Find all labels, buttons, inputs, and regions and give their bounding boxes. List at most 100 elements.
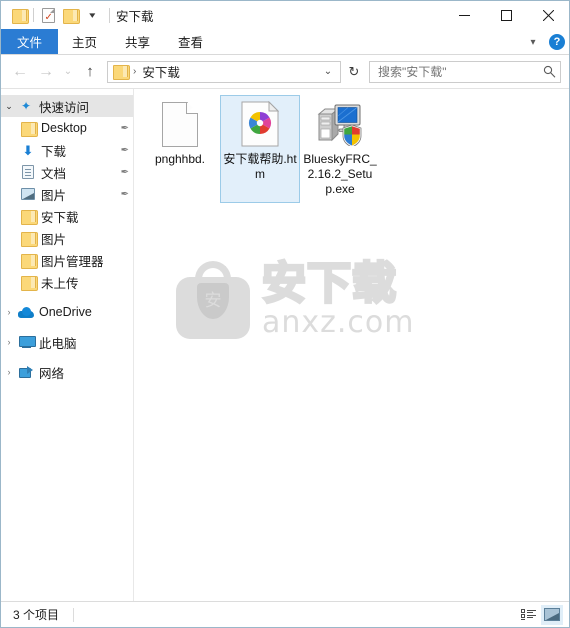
cloud-icon <box>17 306 35 318</box>
sidebar-item-label: 网络 <box>39 366 65 381</box>
sidebar-item-this-pc[interactable]: › 此电脑 <box>1 331 133 353</box>
breadcrumb-separator: › <box>133 66 137 77</box>
new-folder-icon[interactable] <box>59 4 81 26</box>
sidebar-item-label: 安下载 <box>41 210 79 225</box>
chevron-down-icon: ▾ <box>88 9 96 20</box>
tab-view[interactable]: 查看 <box>164 29 217 54</box>
tab-home[interactable]: 主页 <box>58 29 111 54</box>
folder-properties-icon[interactable] <box>8 4 30 26</box>
recent-locations-button[interactable]: ⌄ <box>59 59 77 85</box>
sidebar-item-label: 未上传 <box>41 276 79 291</box>
pin-icon[interactable]: ✒ <box>117 123 129 134</box>
window-controls <box>443 1 569 29</box>
forward-button[interactable]: → <box>33 59 59 85</box>
sidebar-item-anxiazai[interactable]: 安下载 <box>1 205 133 227</box>
refresh-button[interactable]: ↻ <box>343 61 365 83</box>
chevron-right-icon[interactable]: › <box>1 307 17 317</box>
breadcrumb-folder-icon <box>113 65 130 80</box>
sidebar-item-label: 图片管理器 <box>41 254 104 269</box>
document-icon <box>19 165 37 179</box>
sidebar-item-pictures[interactable]: 图片 ✒ <box>1 183 133 205</box>
up-button[interactable]: ↑ <box>77 59 103 85</box>
file-explorer-window: ✓ ▾ 安下载 文件 主页 共享 查看 ▾ ? ← → ⌄ ↑ › 安下载 ⌄ … <box>0 0 570 628</box>
customize-qat-dropdown[interactable]: ▾ <box>81 4 103 26</box>
watermark-brand: 安下载 <box>261 258 398 309</box>
maximize-button[interactable] <box>485 1 527 29</box>
back-button[interactable]: ← <box>7 59 33 85</box>
network-icon <box>17 366 35 378</box>
folder-icon <box>19 253 38 269</box>
search-input[interactable] <box>378 64 543 79</box>
file-items: pnghhbd. 安下载帮助.htm BlueskyFRC_2.16.2_Set… <box>134 89 569 207</box>
large-icons-view-button[interactable] <box>541 604 563 625</box>
sidebar-item-label: 图片 <box>41 232 67 247</box>
watermark-bag-logo: 安 <box>176 261 250 339</box>
maximize-icon <box>500 9 512 21</box>
tab-share[interactable]: 共享 <box>111 29 164 54</box>
folder-icon <box>19 209 38 225</box>
sidebar-item-label: OneDrive <box>39 305 92 319</box>
folder-icon <box>19 275 38 291</box>
download-arrow-icon: ⬇ <box>22 142 34 158</box>
view-mode-buttons <box>517 604 563 625</box>
sidebar-item-onedrive[interactable]: › OneDrive <box>1 301 133 323</box>
sidebar-item-label: 此电脑 <box>39 336 77 351</box>
ribbon-right-controls: ▾ ? <box>522 29 565 55</box>
file-item[interactable]: pnghhbd. <box>140 95 220 203</box>
search-box[interactable] <box>369 60 561 83</box>
details-view-button[interactable] <box>517 605 539 625</box>
site-watermark: 安 安下载 anxz.com <box>176 258 415 340</box>
title-bar: ✓ ▾ 安下载 <box>1 1 569 29</box>
ribbon-tabs: 文件 主页 共享 查看 ▾ ? <box>1 29 569 55</box>
sidebar-item-label: 下载 <box>41 144 67 159</box>
sidebar-item-label: 快速访问 <box>39 100 90 115</box>
file-list-pane[interactable]: pnghhbd. 安下载帮助.htm BlueskyFRC_2.16.2_Set… <box>134 89 569 601</box>
quick-access-toolbar: ✓ ▾ <box>8 4 103 26</box>
breadcrumb-dropdown-icon[interactable]: ⌄ <box>318 62 338 82</box>
breadcrumb[interactable]: › 安下载 ⌄ <box>107 60 341 83</box>
pin-icon[interactable]: ✒ <box>117 167 129 178</box>
pin-icon[interactable]: ✒ <box>117 145 129 156</box>
sidebar-item-quick-access[interactable]: ⌄ ✦ 快速访问 <box>1 95 133 117</box>
sidebar-item-pictures-folder[interactable]: 图片 <box>1 227 133 249</box>
sidebar-item-downloads[interactable]: ⬇ 下载 ✒ <box>1 139 133 161</box>
breadcrumb-current[interactable]: 安下载 <box>142 62 180 81</box>
watermark-shield-char: 安 <box>204 290 222 311</box>
sidebar-item-picture-manager[interactable]: 图片管理器 <box>1 249 133 271</box>
navigation-pane: ⌄ ✦ 快速访问 Desktop ✒ ⬇ 下载 ✒ 文档 ✒ 图片 ✒ 安下载 … <box>1 89 134 601</box>
file-name: 安下载帮助.htm <box>223 152 297 181</box>
star-pin-icon: ✦ <box>20 99 32 113</box>
pin-icon[interactable]: ✒ <box>117 189 129 200</box>
folder-icon <box>19 231 38 247</box>
status-bar: 3 个项目 <box>1 601 569 627</box>
file-item[interactable]: 安下载帮助.htm <box>220 95 300 203</box>
sidebar-item-desktop[interactable]: Desktop ✒ <box>1 117 133 139</box>
minimize-icon <box>458 14 470 16</box>
folder-icon <box>19 121 38 137</box>
help-button[interactable]: ? <box>549 34 565 50</box>
close-button[interactable] <box>527 1 569 29</box>
item-count-label: 3 个项目 <box>13 608 60 622</box>
properties-icon[interactable]: ✓ <box>37 4 59 26</box>
large-icons-view-icon <box>544 608 560 621</box>
title-separator <box>109 7 110 23</box>
sidebar-item-label: 文档 <box>41 166 67 181</box>
chevron-right-icon[interactable]: › <box>1 367 17 377</box>
file-item[interactable]: BlueskyFRC_2.16.2_Setup.exe <box>300 95 380 203</box>
setup-exe-icon <box>316 100 364 148</box>
sidebar-item-not-uploaded[interactable]: 未上传 <box>1 271 133 293</box>
chevron-down-icon[interactable]: ⌄ <box>1 101 17 112</box>
watermark-shield-icon: 安 <box>197 283 229 319</box>
file-name: BlueskyFRC_2.16.2_Setup.exe <box>303 152 377 196</box>
watermark-url: anxz.com <box>262 305 415 340</box>
minimize-button[interactable] <box>443 1 485 29</box>
blank-document-icon <box>156 100 204 148</box>
sidebar-item-network[interactable]: › 网络 <box>1 361 133 383</box>
expand-ribbon-button[interactable]: ▾ <box>522 31 544 53</box>
tab-file[interactable]: 文件 <box>1 29 59 54</box>
close-icon <box>542 9 554 21</box>
explorer-body: ⌄ ✦ 快速访问 Desktop ✒ ⬇ 下载 ✒ 文档 ✒ 图片 ✒ 安下载 … <box>1 88 569 601</box>
doc-check-icon: ✓ <box>41 7 55 23</box>
sidebar-item-documents[interactable]: 文档 ✒ <box>1 161 133 183</box>
chevron-right-icon[interactable]: › <box>1 337 17 347</box>
